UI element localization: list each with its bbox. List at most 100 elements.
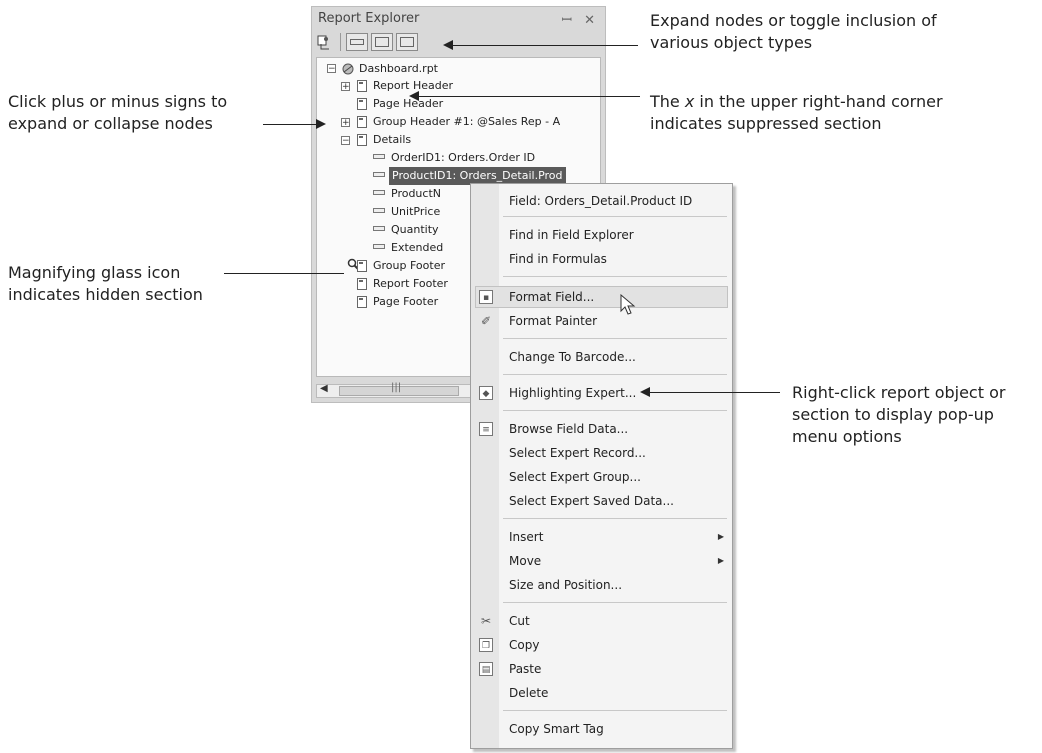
scroll-left-icon[interactable]: ◀ [320, 383, 328, 394]
menu-item-delete[interactable]: Delete [509, 682, 548, 704]
tree-node-page-footer[interactable]: Page Footer [373, 293, 438, 311]
tree-node-field[interactable]: ProductN [391, 185, 441, 203]
tree-node-group-footer[interactable]: Group Footer [373, 257, 445, 275]
field-icon [373, 244, 385, 249]
callout-line [263, 124, 319, 125]
section-icon [357, 260, 367, 272]
callout-line [452, 45, 638, 46]
toggle-graphics-button[interactable] [371, 33, 393, 51]
menu-separator [503, 216, 727, 217]
expand-icon-glyph [317, 35, 329, 50]
menu-item-insert[interactable]: Insert [509, 526, 543, 548]
tree-node-details[interactable]: Details [373, 131, 411, 149]
section-icon [357, 116, 367, 128]
menu-separator [503, 710, 727, 711]
section-icon [357, 296, 367, 308]
toggle-fields-button[interactable] [346, 33, 368, 51]
field-icon [373, 226, 385, 231]
callout-line [224, 273, 344, 274]
field-icon [373, 190, 385, 195]
menu-item-size-and-position[interactable]: Size and Position... [509, 574, 622, 596]
tree-node-field[interactable]: Extended [391, 239, 443, 257]
menu-item-copy-smart-tag[interactable]: Copy Smart Tag [509, 718, 604, 740]
expand-icon[interactable]: + [341, 82, 350, 92]
callout-text: The x in the upper right-hand corner [650, 92, 943, 111]
scrollbar-grip-icon: ||| [391, 382, 402, 393]
callout-toolbar: Expand nodes or toggle inclusion of vari… [650, 10, 937, 54]
callout-text: indicates hidden section [8, 285, 203, 304]
menu-item-change-to-barcode[interactable]: Change To Barcode... [509, 346, 636, 368]
menu-item-find-formulas[interactable]: Find in Formulas [509, 248, 607, 270]
callout-text: Magnifying glass icon [8, 263, 181, 282]
tree-node-field[interactable]: Quantity [391, 221, 439, 239]
format-field-icon: ▪ [479, 290, 493, 304]
menu-separator [503, 602, 727, 603]
menu-separator [503, 518, 727, 519]
highlighting-expert-icon: ◆ [479, 386, 493, 400]
menu-separator [503, 374, 727, 375]
callout-text: section to display pop-up [792, 405, 994, 424]
section-icon [357, 98, 367, 110]
field-icon [373, 208, 385, 213]
menu-item-move[interactable]: Move [509, 550, 541, 572]
close-icon[interactable]: ✕ [584, 13, 595, 28]
report-icon [342, 63, 354, 75]
explorer-toolbar [316, 31, 486, 53]
callout-line [649, 392, 780, 393]
mouse-cursor-icon [620, 294, 636, 315]
field-icon [373, 154, 385, 159]
menu-item-field-info: Field: Orders_Detail.Product ID [509, 194, 693, 208]
tree-root[interactable]: Dashboard.rpt [359, 60, 438, 78]
browse-data-icon: ≡ [479, 422, 493, 436]
menu-item-format-field[interactable]: Format Field... [509, 286, 594, 308]
section-icon [357, 80, 367, 92]
menu-separator [503, 410, 727, 411]
field-icon [373, 172, 385, 177]
format-painter-icon: ✐ [480, 314, 492, 328]
scissors-icon: ✂ [480, 614, 492, 628]
expand-icon[interactable]: + [341, 118, 350, 128]
section-icon [357, 134, 367, 146]
callout-text: Click plus or minus signs to [8, 92, 228, 111]
callout-text: menu options [792, 427, 902, 446]
toggle-grids-button[interactable] [396, 33, 418, 51]
copy-icon: ❐ [479, 638, 493, 652]
menu-separator [503, 338, 727, 339]
callout-hidden: Magnifying glass icon indicates hidden s… [8, 262, 203, 306]
menu-item-find-field-explorer[interactable]: Find in Field Explorer [509, 224, 634, 246]
submenu-arrow-icon: ▶ [717, 556, 724, 565]
context-menu: Field: Orders_Detail.Product ID Find in … [470, 183, 733, 749]
callout-text: various object types [650, 33, 813, 52]
menu-item-highlighting-expert[interactable]: Highlighting Expert... [509, 382, 636, 404]
tree-node-field[interactable]: UnitPrice [391, 203, 440, 221]
callout-rightclick: Right-click report object or section to … [792, 382, 1005, 448]
menu-item-select-expert-record[interactable]: Select Expert Record... [509, 442, 646, 464]
callout-suppressed: The x in the upper right-hand corner ind… [650, 91, 943, 135]
tree-node-report-footer[interactable]: Report Footer [373, 275, 448, 293]
menu-item-browse-field-data[interactable]: Browse Field Data... [509, 418, 628, 440]
tree-node-field[interactable]: OrderID1: Orders.Order ID [391, 149, 535, 167]
pin-icon[interactable]: ꟷ [562, 13, 573, 28]
callout-text: Right-click report object or [792, 383, 1006, 402]
callout-plusminus: Click plus or minus signs to expand or c… [8, 91, 227, 135]
toolbar-separator [340, 33, 341, 51]
paste-icon: ▤ [479, 662, 493, 676]
collapse-icon[interactable]: − [327, 64, 336, 74]
callout-text: indicates suppressed section [650, 114, 882, 133]
callout-text: Expand nodes or toggle inclusion of [650, 11, 937, 30]
panel-title: Report Explorer [318, 11, 420, 26]
callout-line [418, 96, 640, 97]
menu-item-select-expert-saved-data[interactable]: Select Expert Saved Data... [509, 490, 674, 512]
menu-item-format-painter[interactable]: Format Painter [509, 310, 597, 332]
arrowhead-icon [316, 119, 326, 129]
expand-icon[interactable] [316, 33, 338, 51]
submenu-arrow-icon: ▶ [717, 532, 724, 541]
collapse-icon[interactable]: − [341, 136, 350, 146]
menu-item-select-expert-group[interactable]: Select Expert Group... [509, 466, 641, 488]
tree-node-group-header[interactable]: Group Header #1: @Sales Rep - A [373, 113, 560, 131]
callout-text: expand or collapse nodes [8, 114, 213, 133]
menu-item-copy[interactable]: Copy [509, 634, 539, 656]
menu-item-cut[interactable]: Cut [509, 610, 530, 632]
panel-controls: ꟷ ✕ [550, 10, 596, 28]
menu-item-paste[interactable]: Paste [509, 658, 541, 680]
